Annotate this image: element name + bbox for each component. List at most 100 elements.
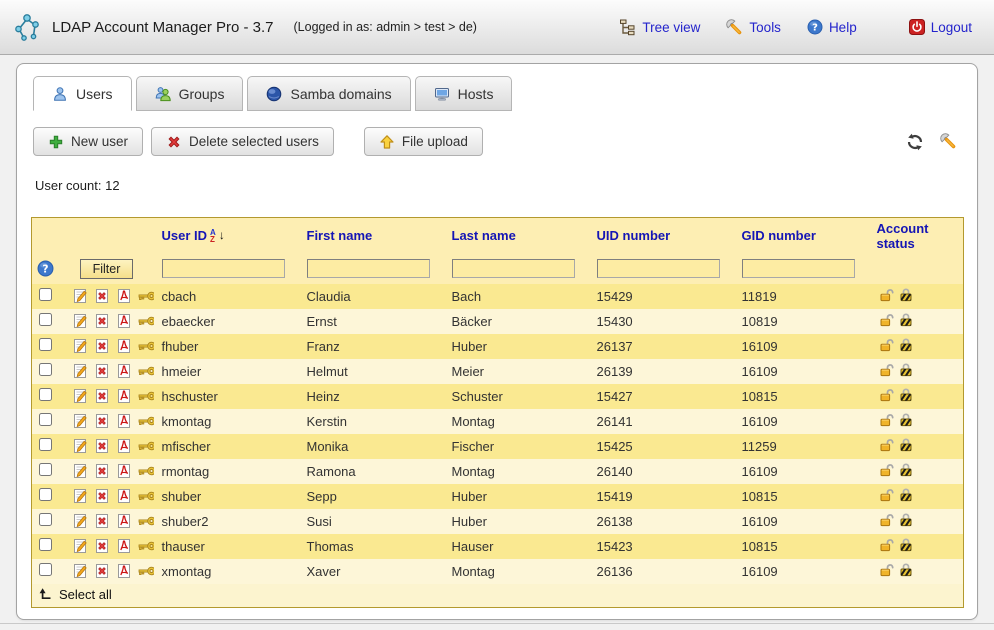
tab-hosts[interactable]: Hosts [415,76,513,111]
select-all-link[interactable]: Select all [32,587,112,602]
password-key-icon[interactable] [138,415,154,427]
cell-gid-number: 16109 [734,409,869,434]
delete-icon[interactable] [94,538,110,554]
svg-text:?: ? [43,262,49,275]
filter-input-first-name[interactable] [307,259,430,278]
delete-icon[interactable] [94,488,110,504]
delete-icon[interactable] [94,413,110,429]
password-key-icon[interactable] [138,315,154,327]
row-checkbox[interactable] [39,338,52,351]
pdf-icon[interactable] [116,563,132,579]
password-key-icon[interactable] [138,465,154,477]
password-key-icon[interactable] [138,540,154,552]
settings-wrench-icon[interactable] [940,133,957,150]
filter-button[interactable]: Filter [80,259,134,279]
row-checkbox[interactable] [39,413,52,426]
password-key-icon[interactable] [138,565,154,577]
pdf-icon[interactable] [116,338,132,354]
nav-tree-view[interactable]: Tree view [611,15,708,40]
pdf-icon[interactable] [116,288,132,304]
pdf-icon[interactable] [116,438,132,454]
tab-groups[interactable]: Groups [136,76,244,111]
tab-users[interactable]: Users [33,76,132,111]
row-checkbox[interactable] [39,388,52,401]
column-header-gid-number[interactable]: GID number [734,218,869,254]
row-checkbox[interactable] [39,288,52,301]
edit-icon[interactable] [72,288,88,304]
column-header-user-id[interactable]: User ID A Z ↓ [154,218,299,254]
password-key-icon[interactable] [138,365,154,377]
delete-icon[interactable] [94,338,110,354]
edit-icon[interactable] [72,388,88,404]
edit-icon[interactable] [72,563,88,579]
row-checkbox[interactable] [39,563,52,576]
filter-input-gid-number[interactable] [742,259,855,278]
password-key-icon[interactable] [138,290,154,302]
row-checkbox[interactable] [39,488,52,501]
column-header-first-name[interactable]: First name [299,218,444,254]
help-icon: ? [807,19,823,35]
password-key-icon[interactable] [138,515,154,527]
cell-first-name: Heinz [299,384,444,409]
row-checkbox[interactable] [39,313,52,326]
row-checkbox[interactable] [39,363,52,376]
password-key-icon[interactable] [138,490,154,502]
pdf-icon[interactable] [116,488,132,504]
edit-icon[interactable] [72,488,88,504]
delete-icon[interactable] [94,438,110,454]
delete-icon[interactable] [94,363,110,379]
cell-user-id: hmeier [154,359,299,384]
password-key-icon[interactable] [138,390,154,402]
pdf-icon[interactable] [116,513,132,529]
row-checkbox[interactable] [39,538,52,551]
row-checkbox[interactable] [39,438,52,451]
edit-icon[interactable] [72,313,88,329]
edit-icon[interactable] [72,538,88,554]
cell-first-name: Thomas [299,534,444,559]
nav-logout[interactable]: Logout [901,15,980,39]
pdf-icon[interactable] [116,413,132,429]
edit-icon[interactable] [72,413,88,429]
cell-user-id: hschuster [154,384,299,409]
row-checkbox[interactable] [39,513,52,526]
cell-gid-number: 10815 [734,534,869,559]
filter-input-uid-number[interactable] [597,259,720,278]
pdf-icon[interactable] [116,313,132,329]
new-user-button[interactable]: New user [33,127,143,156]
tab-samba-domains[interactable]: Samba domains [247,76,410,111]
filter-help-icon[interactable]: ? [37,260,54,277]
password-key-icon[interactable] [138,440,154,452]
edit-icon[interactable] [72,513,88,529]
column-header-account-status[interactable]: Account status [869,218,964,254]
row-checkbox[interactable] [39,463,52,476]
filter-input-user-id[interactable] [162,259,285,278]
locked-padlock-icon [898,412,914,428]
delete-icon[interactable] [94,513,110,529]
cell-uid-number: 26137 [589,334,734,359]
nav-tools[interactable]: Tools [718,15,789,40]
pdf-icon[interactable] [116,363,132,379]
file-upload-button[interactable]: File upload [364,127,483,156]
delete-icon[interactable] [94,563,110,579]
refresh-icon[interactable] [906,133,924,151]
delete-icon[interactable] [94,313,110,329]
delete-icon[interactable] [94,288,110,304]
edit-icon[interactable] [72,463,88,479]
delete-selected-users-button[interactable]: Delete selected users [151,127,334,156]
delete-icon[interactable] [94,388,110,404]
edit-icon[interactable] [72,363,88,379]
filter-input-last-name[interactable] [452,259,575,278]
edit-icon[interactable] [72,438,88,454]
password-key-icon[interactable] [138,340,154,352]
cell-uid-number: 26138 [589,509,734,534]
delete-icon[interactable] [94,463,110,479]
top-header-bar: LDAP Account Manager Pro - 3.7 (Logged i… [0,0,994,55]
pdf-icon[interactable] [116,388,132,404]
column-header-uid-number[interactable]: UID number [589,218,734,254]
pdf-icon[interactable] [116,538,132,554]
pdf-icon[interactable] [116,463,132,479]
column-header-last-name[interactable]: Last name [444,218,589,254]
cell-last-name: Montag [444,559,589,584]
edit-icon[interactable] [72,338,88,354]
nav-help[interactable]: ? Help [799,15,865,39]
